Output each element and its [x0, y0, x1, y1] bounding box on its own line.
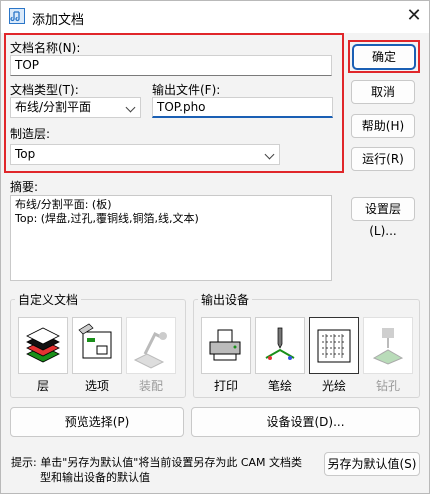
- title-bar: 添加文档 ✕: [1, 1, 429, 33]
- options-tile[interactable]: [72, 317, 122, 374]
- output-file-label: 输出文件(F):: [152, 83, 221, 97]
- summary-line: Top: (焊盘,过孔,覆铜线,铜箔,线,文本): [15, 212, 199, 225]
- layers-tile[interactable]: [18, 317, 68, 374]
- summary-line: 布线/分割平面: (板): [15, 198, 112, 211]
- run-button[interactable]: 运行(R): [351, 147, 415, 171]
- doc-type-value: 布线/分割平面: [15, 100, 92, 114]
- custom-item-label: 选项: [84, 379, 109, 393]
- doc-type-select[interactable]: 布线/分割平面: [10, 97, 141, 118]
- pen-plotter-tile[interactable]: [255, 317, 305, 374]
- layers-icon: [26, 327, 60, 363]
- chevron-down-icon: [264, 149, 275, 160]
- custom-item-label: 装配: [138, 379, 163, 393]
- custom-item-label: 层: [36, 379, 49, 393]
- cancel-button[interactable]: 取消: [351, 80, 415, 104]
- device-setup-button[interactable]: 设备设置(D)...: [191, 407, 420, 437]
- pen-plotter-icon: [265, 327, 295, 360]
- device-item-label: 打印: [213, 379, 238, 393]
- drill-icon: [372, 328, 404, 365]
- close-icon[interactable]: ✕: [401, 3, 427, 29]
- photo-plotter-icon: [317, 329, 351, 363]
- printer-tile[interactable]: [201, 317, 251, 374]
- preview-button[interactable]: 预览选择(P): [10, 407, 184, 437]
- set-layer-button[interactable]: 设置层(L)...: [351, 197, 415, 238]
- output-device-title: 输出设备: [198, 291, 253, 308]
- layer-label: 制造层:: [10, 127, 51, 141]
- summary-label: 摘要:: [10, 180, 39, 194]
- doc-name-input[interactable]: TOP: [10, 55, 332, 76]
- device-item-label: 钻孔: [375, 379, 400, 393]
- save-default-button[interactable]: 另存为默认值(S): [324, 452, 420, 476]
- assembly-tile: [126, 317, 176, 374]
- layer-select[interactable]: Top: [10, 144, 280, 165]
- assembly-icon: [133, 331, 167, 369]
- device-item-label: 光绘: [321, 379, 346, 393]
- hint-line-1: 提示: 单击"另存为默认值"将当前设置另存为此 CAM 文档类: [11, 456, 303, 469]
- drill-tile: [363, 317, 413, 374]
- output-file-input[interactable]: TOP.pho: [152, 97, 333, 118]
- printer-icon: [209, 329, 241, 361]
- ok-button[interactable]: 确定: [353, 45, 415, 69]
- doc-name-label: 文档名称(N):: [10, 41, 81, 55]
- layer-value: Top: [15, 147, 36, 161]
- help-button[interactable]: 帮助(H): [351, 114, 415, 138]
- window-title: 添加文档: [32, 13, 85, 28]
- summary-box: 布线/分割平面: (板) Top: (焊盘,过孔,覆铜线,铜箔,线,文本): [10, 195, 332, 281]
- dialog-window: 添加文档 ✕ 文档名称(N): TOP 文档类型(T): 布线/分割平面 输出文…: [0, 0, 430, 494]
- options-icon: [78, 323, 112, 359]
- app-icon: [9, 8, 25, 24]
- device-item-label: 笔绘: [267, 379, 292, 393]
- doc-type-label: 文档类型(T):: [10, 83, 79, 97]
- custom-doc-title: 自定义文档: [15, 291, 82, 308]
- hint-line-2: 型和输出设备的默认值: [40, 471, 150, 484]
- photo-plotter-tile[interactable]: [309, 317, 359, 374]
- chevron-down-icon: [125, 102, 136, 113]
